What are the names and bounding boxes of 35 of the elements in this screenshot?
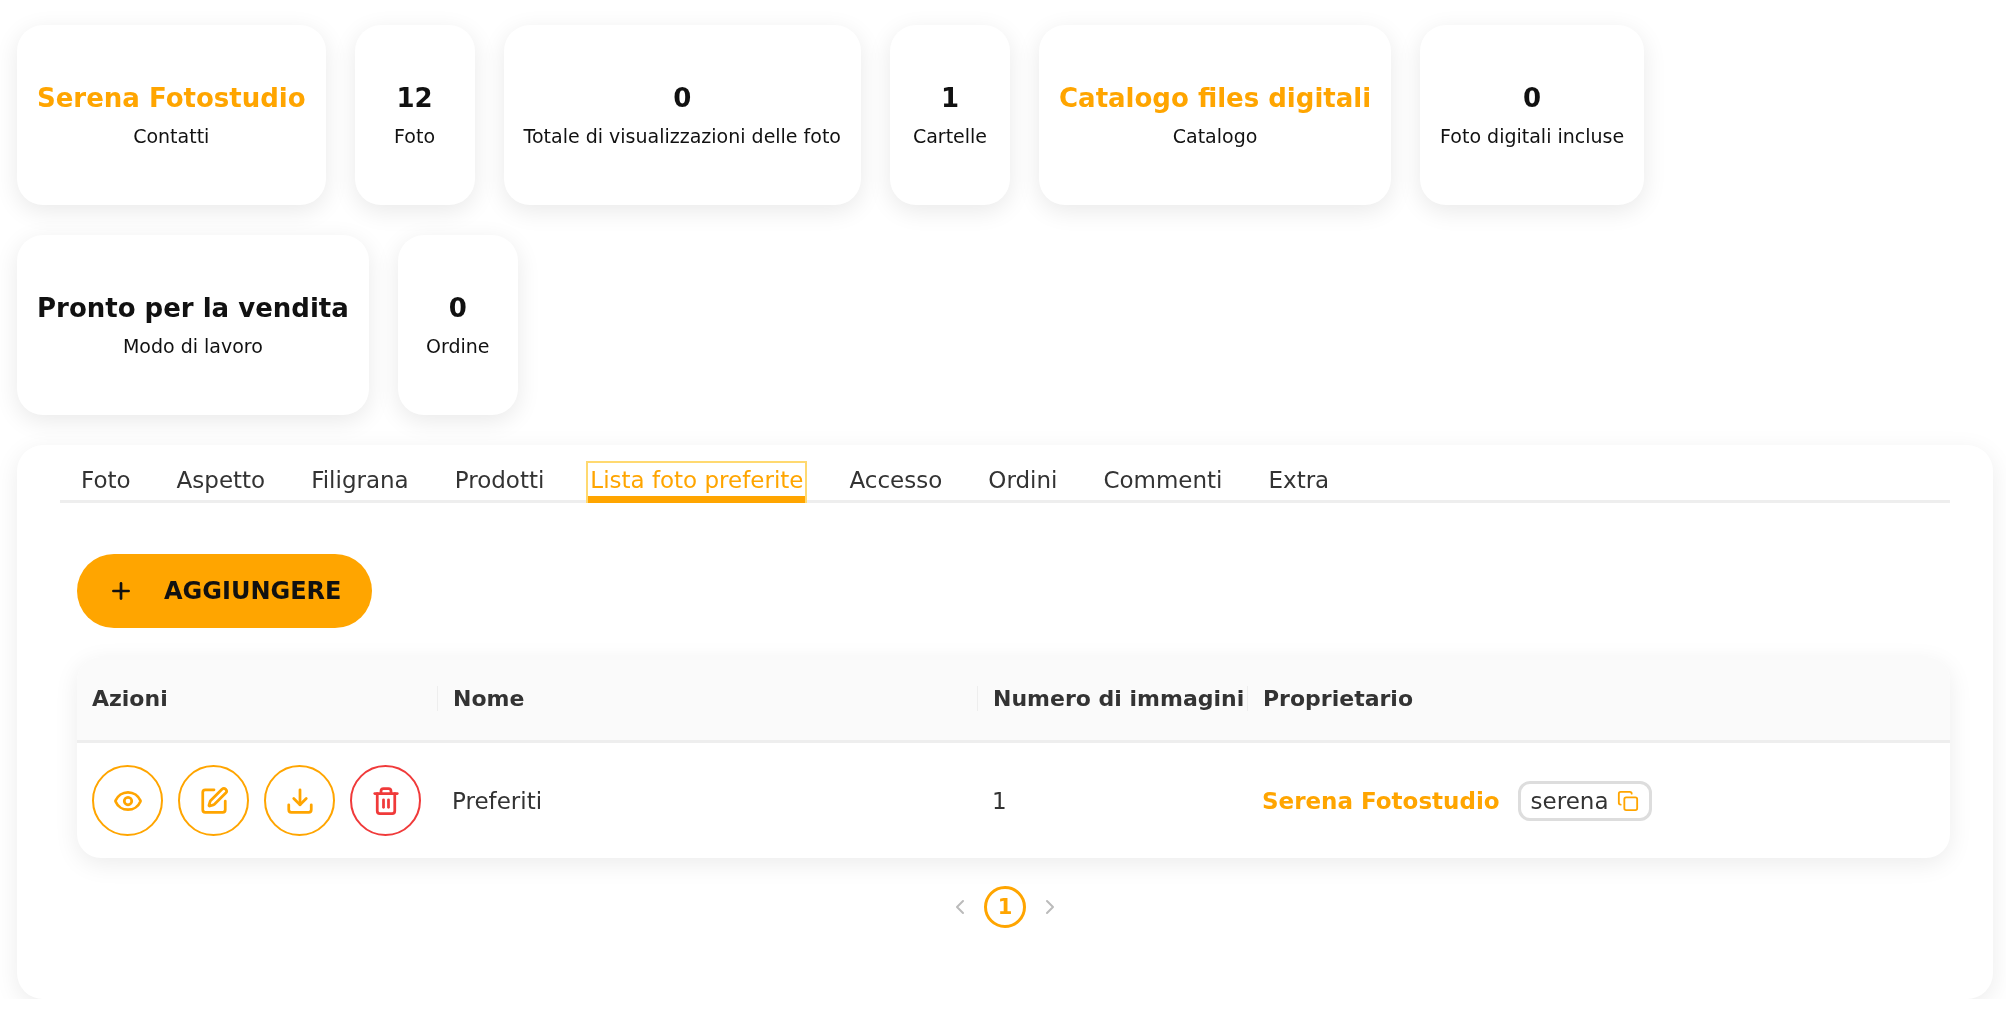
stat-label: Modo di lavoro bbox=[122, 335, 263, 357]
pencil-square-icon bbox=[198, 785, 229, 816]
stat-value: Serena Fotostudio bbox=[37, 83, 306, 113]
stat-value: 0 bbox=[673, 83, 692, 113]
tab[interactable]: Aspetto bbox=[172, 461, 270, 503]
column-header: Numero di immagini bbox=[977, 686, 1247, 711]
tab[interactable]: Commenti bbox=[1099, 461, 1227, 503]
tab[interactable]: Foto bbox=[77, 461, 135, 503]
add-button[interactable]: AGGIUNGERE bbox=[77, 554, 373, 628]
stat-value: Pronto per la vendita bbox=[37, 293, 349, 323]
copy-icon bbox=[1616, 789, 1639, 812]
stat-value: 1 bbox=[940, 83, 960, 113]
stat-value: 12 bbox=[396, 83, 433, 113]
username-copy-tag[interactable]: serena bbox=[1517, 780, 1652, 821]
tab[interactable]: Prodotti bbox=[450, 461, 549, 503]
stat-value: 0 bbox=[448, 293, 467, 323]
stat-label: Foto digitali incluse bbox=[1440, 125, 1625, 147]
stat-label: Cartelle bbox=[912, 125, 988, 147]
stat-label: Contatti bbox=[133, 125, 210, 147]
stat-label: Ordine bbox=[426, 335, 490, 357]
stat-value: Catalogo files digitali bbox=[1059, 83, 1372, 113]
tab[interactable]: Filigrana bbox=[307, 461, 413, 503]
stat-label: Catalogo bbox=[1172, 125, 1258, 147]
tab[interactable]: Extra bbox=[1264, 461, 1334, 503]
stat-value: 0 bbox=[1523, 83, 1542, 113]
stat-label: Totale di visualizzazioni delle foto bbox=[523, 125, 841, 147]
tab[interactable]: Accesso bbox=[845, 461, 947, 503]
column-header: Proprietario bbox=[1247, 686, 1950, 711]
tab[interactable]: Ordini bbox=[984, 461, 1062, 503]
table-cell-text: Preferiti bbox=[451, 787, 544, 814]
column-header: Nome bbox=[437, 686, 977, 711]
trash-icon bbox=[370, 785, 401, 816]
column-header: Azioni bbox=[91, 686, 169, 711]
stat-label: Foto bbox=[394, 125, 436, 147]
table-cell-text: 1 bbox=[991, 787, 1008, 814]
